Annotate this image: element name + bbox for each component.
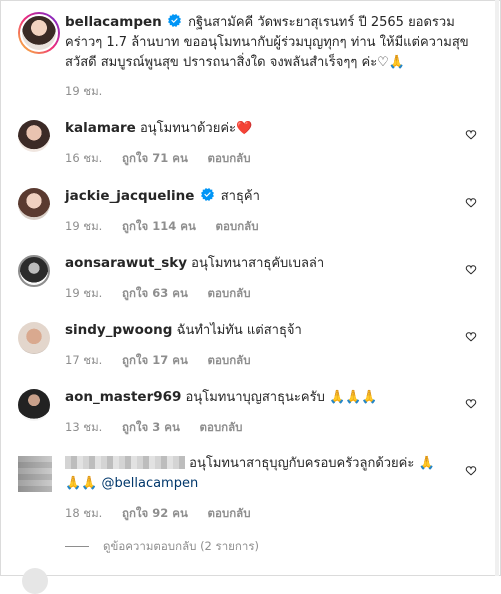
reply-button[interactable]: ตอบกลับ <box>208 286 251 300</box>
comment-likes[interactable]: ถูกใจ 71 คน <box>122 151 188 165</box>
reply-button[interactable]: ตอบกลับ <box>208 506 251 520</box>
comment-time[interactable]: 13 ชม. <box>65 420 102 434</box>
reply-button[interactable]: ตอบกลับ <box>200 420 243 434</box>
reply-button[interactable]: ตอบกลับ <box>216 219 259 233</box>
comment-time[interactable]: 18 ชม. <box>65 506 102 520</box>
divider <box>65 546 89 547</box>
view-replies-label: ดูข้อความตอบกลับ (2 รายการ) <box>103 539 259 553</box>
verified-badge-icon <box>167 14 181 27</box>
comment-username[interactable]: aonsarawut_sky <box>65 255 187 271</box>
avatar[interactable] <box>18 255 50 287</box>
like-heart-icon[interactable] <box>465 129 477 141</box>
comment-item: jackie_jacqueline สาธุค้า 19 ชม. ถูกใจ 1… <box>18 186 481 242</box>
like-heart-icon[interactable] <box>465 398 477 410</box>
verified-badge-icon <box>200 188 214 201</box>
comment-username[interactable]: kalamare <box>65 120 136 136</box>
comment-likes[interactable]: ถูกใจ 63 คน <box>122 286 188 300</box>
red-heart-emoji: ❤️ <box>236 121 253 136</box>
avatar[interactable] <box>18 12 60 54</box>
like-heart-icon[interactable] <box>465 264 477 276</box>
reply-button[interactable]: ตอบกลับ <box>208 151 251 165</box>
comment-item: aon_master969 อนุโมทนาบุญสาธุนะครับ 🙏🙏🙏 … <box>18 387 481 443</box>
like-heart-icon[interactable] <box>465 197 477 209</box>
comment-text: อนุโมทนาด้วยค่ะ <box>139 121 237 136</box>
comment-username[interactable]: sindy_pwoong <box>65 322 172 338</box>
comment-text-line2: 🙏🙏 @bellacampen <box>65 476 199 491</box>
comment-time[interactable]: 17 ชม. <box>65 353 102 367</box>
avatar[interactable] <box>18 322 50 354</box>
comment-text: อนุโมทนาสาธุบุญกับครอบครัวลูกด้วยค่ะ 🙏 <box>189 456 435 471</box>
comment-username[interactable]: aon_master969 <box>65 389 181 405</box>
like-heart-icon[interactable] <box>465 331 477 343</box>
reply-button[interactable]: ตอบกลับ <box>208 353 251 367</box>
comment-likes[interactable]: ถูกใจ 17 คน <box>122 353 188 367</box>
praying-hands-emoji: 🙏🙏🙏 <box>329 390 378 405</box>
comment-item: kalamare อนุโมทนาด้วยค่ะ❤️ 16 ชม. ถูกใจ … <box>18 118 481 174</box>
comment-text: สาธุค้า <box>220 189 260 204</box>
comment-time[interactable]: 19 ชม. <box>65 286 102 300</box>
comment-text: อนุโมทนาสาธุคับเบลล่า <box>191 256 325 271</box>
comment-likes[interactable]: ถูกใจ 3 คน <box>122 420 180 434</box>
comment-likes[interactable]: ถูกใจ 92 คน <box>122 506 188 520</box>
comment-time[interactable]: 16 ชม. <box>65 151 102 165</box>
comment-time[interactable]: 19 ชม. <box>65 219 102 233</box>
avatar[interactable] <box>18 456 52 492</box>
comment-item: sindy_pwoong ฉันทำไม่ทัน แต่สาธุจ้า 17 ช… <box>18 320 481 376</box>
caption-time[interactable]: 19 ชม. <box>65 84 102 98</box>
redacted-username[interactable] <box>65 456 185 469</box>
comment-username[interactable]: jackie_jacqueline <box>65 188 194 204</box>
avatar[interactable] <box>18 120 50 152</box>
view-replies-button[interactable]: ดูข้อความตอบกลับ (2 รายการ) <box>65 538 259 556</box>
comment-text: ฉันทำไม่ทัน แต่สาธุจ้า <box>176 323 302 338</box>
caption-text-block: bellacampen กฐินสามัคคี วัดพระยาสุเรนทร์… <box>65 12 490 101</box>
scrollbar[interactable] <box>495 0 499 576</box>
comment-text: อนุโมทนาบุญสาธุนะครับ <box>185 390 325 405</box>
comment-likes[interactable]: ถูกใจ 114 คน <box>122 219 196 233</box>
avatar[interactable] <box>18 188 50 220</box>
caption-username[interactable]: bellacampen <box>65 14 162 30</box>
like-heart-icon[interactable] <box>465 465 477 477</box>
comment-item: aonsarawut_sky อนุโมทนาสาธุคับเบลล่า 19 … <box>18 253 481 309</box>
avatar[interactable] <box>18 389 50 421</box>
comment-item: อนุโมทนาสาธุบุญกับครอบครัวลูกด้วยค่ะ 🙏 🙏… <box>18 454 481 524</box>
avatar[interactable] <box>22 568 48 594</box>
